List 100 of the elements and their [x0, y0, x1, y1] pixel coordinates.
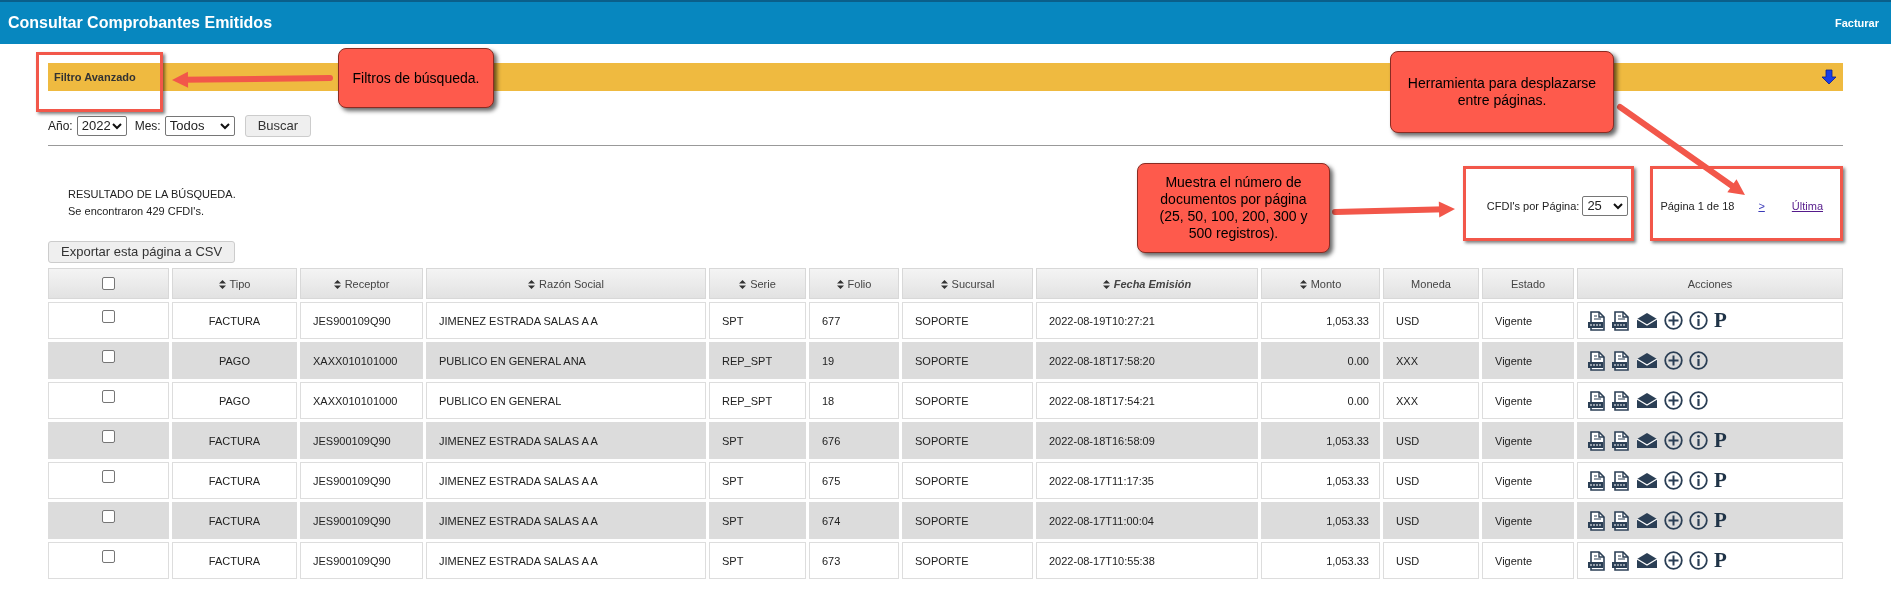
- down-arrow-icon[interactable]: [1821, 69, 1837, 85]
- table-cell: 1,053.33: [1261, 302, 1380, 340]
- table-cell: XXX: [1383, 382, 1479, 420]
- envelope-icon[interactable]: [1636, 392, 1658, 410]
- envelope-icon[interactable]: [1636, 512, 1658, 530]
- envelope-icon[interactable]: [1636, 432, 1658, 450]
- table-cell: SPT: [709, 542, 806, 580]
- column-header[interactable]: Fecha Emisión: [1036, 268, 1258, 300]
- table-cell: 677: [809, 302, 899, 340]
- document-icon[interactable]: [1612, 550, 1630, 571]
- plus-icon[interactable]: [1664, 551, 1683, 571]
- plus-icon[interactable]: [1664, 351, 1683, 371]
- action-icon[interactable]: P: [1714, 310, 1727, 332]
- info-icon[interactable]: [1689, 551, 1708, 571]
- column-header[interactable]: Receptor: [300, 268, 423, 300]
- dropdown[interactable]: 2022: [76, 116, 127, 136]
- checkbox[interactable]: [102, 277, 115, 291]
- document-icon[interactable]: [1588, 390, 1606, 411]
- table-cell: JES900109Q90: [300, 422, 423, 460]
- table-cell: 18: [809, 382, 899, 420]
- page-info: Página 1 de 18: [1660, 198, 1735, 214]
- checkbox[interactable]: [102, 310, 115, 324]
- table-cell: Vigente: [1482, 302, 1574, 340]
- table-cell: 1,053.33: [1261, 422, 1380, 460]
- info-icon[interactable]: [1689, 311, 1708, 331]
- document-icon[interactable]: [1612, 310, 1630, 331]
- table-cell: USD: [1383, 542, 1479, 580]
- info-icon[interactable]: [1689, 431, 1708, 451]
- column-header: Acciones: [1577, 268, 1843, 300]
- export-button[interactable]: Exportar esta página a CSV: [48, 241, 236, 263]
- info-icon[interactable]: [1689, 351, 1708, 371]
- table-cell: SPT: [709, 502, 806, 540]
- document-icon[interactable]: [1588, 430, 1606, 451]
- table-cell: 675: [809, 462, 899, 500]
- checkbox[interactable]: [102, 550, 115, 564]
- checkbox[interactable]: [102, 390, 115, 404]
- envelope-icon[interactable]: [1636, 472, 1658, 490]
- action-icon[interactable]: P: [1714, 550, 1727, 572]
- document-icon[interactable]: [1612, 390, 1630, 411]
- column-header[interactable]: Sucursal: [902, 268, 1033, 300]
- info-icon[interactable]: [1689, 391, 1708, 411]
- last-page-link[interactable]: Última: [1791, 197, 1823, 215]
- sort-icon: [940, 280, 948, 290]
- table-cell: 19: [809, 342, 899, 380]
- envelope-icon[interactable]: [1636, 352, 1658, 370]
- table-cell: JES900109Q90: [300, 302, 423, 340]
- document-icon[interactable]: [1612, 470, 1630, 491]
- table-cell: SPT: [709, 302, 806, 340]
- checkbox[interactable]: [102, 350, 115, 364]
- column-header[interactable]: Folio: [809, 268, 899, 300]
- column-header[interactable]: Monto: [1261, 268, 1380, 300]
- table-cell: USD: [1383, 462, 1479, 500]
- column-header[interactable]: Tipo: [172, 268, 297, 300]
- next-page-link[interactable]: >: [1758, 197, 1765, 215]
- checkbox[interactable]: [102, 510, 115, 524]
- per-page-label: CFDI's por Página:: [1486, 198, 1580, 214]
- column-header[interactable]: Serie: [709, 268, 806, 300]
- plus-icon[interactable]: [1664, 431, 1683, 451]
- table-cell: SPT: [709, 462, 806, 500]
- plus-icon[interactable]: [1664, 311, 1683, 331]
- document-icon[interactable]: [1612, 350, 1630, 371]
- action-icon[interactable]: P: [1714, 470, 1727, 492]
- callout: Filtros de búsqueda.: [338, 48, 494, 108]
- table-cell: USD: [1383, 502, 1479, 540]
- checkbox[interactable]: [102, 470, 115, 484]
- plus-icon[interactable]: [1664, 471, 1683, 491]
- envelope-icon[interactable]: [1636, 552, 1658, 570]
- envelope-icon[interactable]: [1636, 312, 1658, 330]
- info-icon[interactable]: [1689, 471, 1708, 491]
- document-icon[interactable]: [1612, 430, 1630, 451]
- table-cell: 0.00: [1261, 342, 1380, 380]
- table-cell: 2022-08-17T10:55:38: [1036, 542, 1258, 580]
- facturar-link[interactable]: Facturar: [1834, 14, 1879, 32]
- action-icon[interactable]: P: [1714, 510, 1727, 532]
- table-cell: Vigente: [1482, 342, 1574, 380]
- document-icon[interactable]: [1588, 550, 1606, 571]
- dropdown[interactable]: Todos: [164, 116, 235, 136]
- document-icon[interactable]: [1588, 310, 1606, 331]
- table-cell: FACTURA: [172, 542, 297, 580]
- chevron-icon: [1613, 202, 1624, 210]
- action-icon[interactable]: P: [1714, 430, 1727, 452]
- column-header[interactable]: Razón Social: [426, 268, 706, 300]
- table-cell: PAGO: [172, 342, 297, 380]
- plus-icon[interactable]: [1664, 511, 1683, 531]
- document-icon[interactable]: [1588, 510, 1606, 531]
- plus-icon[interactable]: [1664, 391, 1683, 411]
- search-button[interactable]: Buscar: [244, 115, 312, 137]
- document-icon[interactable]: [1588, 350, 1606, 371]
- table-cell: SOPORTE: [902, 342, 1033, 380]
- dropdown[interactable]: 25: [1582, 196, 1629, 216]
- table-cell: PUBLICO EN GENERAL ANA: [426, 342, 706, 380]
- document-icon[interactable]: [1612, 510, 1630, 531]
- callout: Herramienta para desplazarse entre páginas.: [1390, 51, 1614, 133]
- document-icon[interactable]: [1588, 470, 1606, 491]
- sort-icon: [1102, 280, 1110, 290]
- info-icon[interactable]: [1689, 511, 1708, 531]
- checkbox[interactable]: [102, 430, 115, 444]
- table-cell: 2022-08-18T16:58:09: [1036, 422, 1258, 460]
- column-header: Estado: [1482, 268, 1574, 300]
- table-cell: 1,053.33: [1261, 462, 1380, 500]
